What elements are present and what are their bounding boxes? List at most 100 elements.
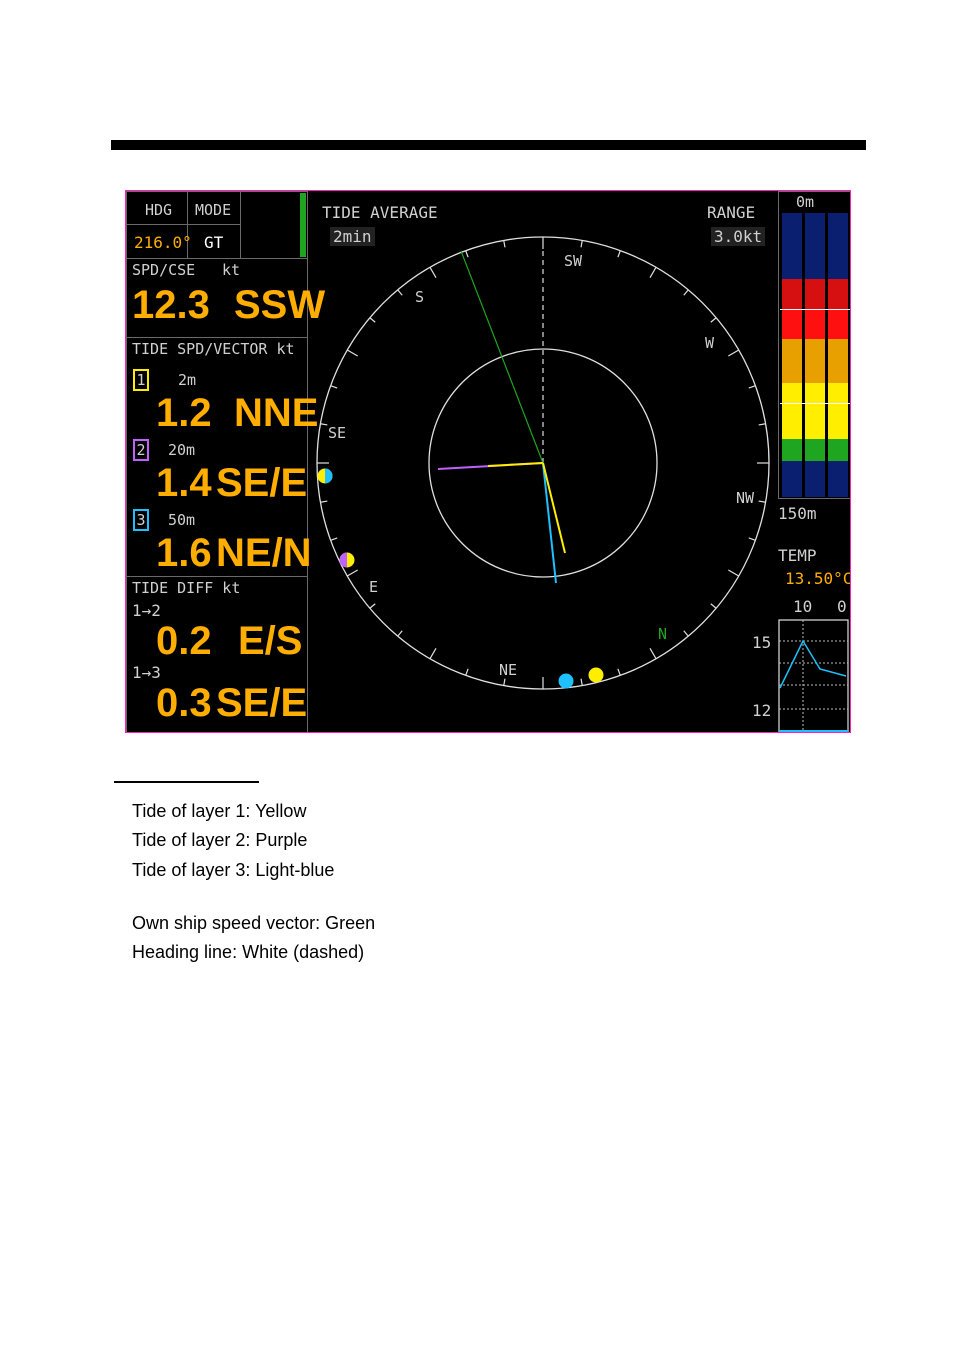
compass-tick (465, 250, 469, 258)
tide-vector-layer-3 (542, 462, 557, 584)
hdg-label: HDG (145, 201, 173, 219)
compass-label-ne: NE (499, 661, 517, 679)
own-ship-vector (460, 250, 544, 464)
temp-profile-line (779, 639, 847, 689)
own-ship-speed: 12.3 (132, 283, 210, 327)
compass-tick (617, 250, 621, 258)
legend-layer-3: Tide of layer 3: Light-blue (132, 860, 335, 880)
compass-tick (710, 603, 717, 609)
mode-label: MODE (195, 201, 232, 219)
legend-own-ship-vector: Own ship speed vector: Green (132, 913, 376, 933)
depth-bottom-label: 150m (778, 504, 817, 523)
layer-2-direction: SE/E (216, 461, 308, 505)
temp-graph (778, 619, 849, 732)
tide-diff-label: TIDE DIFF kt (132, 579, 241, 597)
layer-1-depth: 2m (178, 371, 197, 389)
compass-tick (758, 500, 766, 503)
layer-3-badge: 3 (133, 509, 149, 531)
layer-3-direction: NE/N (216, 531, 312, 575)
compass-tick (649, 266, 657, 278)
depth-marker-line-2 (780, 403, 850, 404)
tide-marker-se-yellow-blue (317, 468, 333, 484)
temp-axis-x-left: 10 (793, 597, 813, 616)
spd-cse-unit: kt (222, 261, 241, 279)
tide-vector-layer-1 (542, 462, 566, 554)
compass-tick (617, 668, 621, 676)
status-indicator-bar (300, 193, 306, 257)
compass-tick (369, 603, 376, 609)
compass-tick (429, 266, 437, 278)
compass-tick (320, 500, 328, 503)
compass-tick (503, 240, 506, 248)
depth-bar-2 (805, 213, 825, 497)
compass-tick (330, 537, 338, 541)
tide-diff-dir-1: E/S (238, 619, 303, 663)
layer-3-depth: 50m (168, 511, 196, 529)
tide-diff-pair-2: 1→3 (132, 663, 161, 682)
temp-axis-x-right: 0 (837, 597, 847, 616)
temp-axis-y-bottom: 12 (752, 701, 772, 720)
compass-tick (580, 240, 583, 248)
hdg-mode-divider (126, 224, 241, 225)
compass-tick (710, 317, 717, 323)
compass-label-n: N (658, 625, 667, 643)
compass-tick (397, 289, 403, 296)
compass-tick (503, 678, 506, 686)
compass-tick (465, 668, 469, 676)
spd-cse-label: SPD/CSE (132, 261, 196, 279)
compass-tick (397, 630, 403, 637)
status-cell (240, 191, 308, 259)
compass-label-se: SE (328, 424, 346, 442)
compass-tick (346, 349, 358, 357)
compass-tick (649, 648, 657, 660)
layer-2-speed: 1.4 (156, 461, 212, 505)
compass-tick (683, 289, 689, 296)
tide-marker-e-purple-yellow (339, 552, 355, 568)
compass-tick (320, 423, 328, 426)
layer-1-speed: 1.2 (156, 391, 212, 435)
legend-rule (114, 781, 259, 783)
depth-bars (780, 213, 850, 497)
depth-top-label: 0m (796, 193, 815, 211)
top-rule (111, 140, 866, 150)
compass-label-nw: NW (736, 489, 755, 507)
tide-diff-speed-1: 0.2 (156, 619, 212, 663)
tide-compass: SW S W SE NW E NE N (316, 236, 770, 690)
tide-vector-label: TIDE SPD/VECTOR kt (132, 340, 295, 358)
legend-layer-1: Tide of layer 1: Yellow (132, 801, 307, 821)
compass-tick (748, 537, 756, 541)
compass-tick (330, 385, 338, 389)
compass-label-e: E (369, 578, 378, 596)
tide-marker-yellow (588, 667, 604, 683)
layer-1-direction: NNE (234, 391, 319, 435)
compass-label-sw: SW (564, 252, 583, 270)
tide-diff-dir-2: SE/E (216, 681, 308, 725)
compass-tick (683, 630, 689, 637)
compass-tick (429, 648, 437, 660)
temp-axis-y-top: 15 (752, 633, 772, 652)
tide-diff-pair-1: 1→2 (132, 601, 161, 620)
layer-1-badge: 1 (133, 369, 149, 391)
compass-tick (369, 317, 376, 323)
compass-tick (748, 385, 756, 389)
legend-heading-line: Heading line: White (dashed) (132, 942, 365, 962)
depth-bar-1 (782, 213, 802, 497)
layer-2-depth: 20m (168, 441, 196, 459)
compass-tick (346, 569, 358, 577)
compass-tick (580, 678, 583, 686)
legend-layer-2: Tide of layer 2: Purple (132, 830, 308, 850)
mode-value: GT (204, 233, 224, 252)
layer-2-badge: 2 (133, 439, 149, 461)
depth-marker-line (780, 309, 850, 310)
compass-tick (758, 423, 766, 426)
temp-value: 13.50°C (785, 569, 851, 588)
layer-3-speed: 1.6 (156, 531, 212, 575)
compass-tick (728, 349, 740, 357)
depth-bar-3 (828, 213, 848, 497)
compass-tick (728, 569, 740, 577)
compass-label-w: W (705, 334, 715, 352)
tide-display-screen: HDG MODE 216.0° GT SPD/CSE kt 12.3 S SW T… (125, 190, 851, 733)
hdg-value: 216.0° (134, 233, 192, 252)
temp-label: TEMP (778, 546, 817, 565)
tide-diff-speed-2: 0.3 (156, 681, 212, 725)
